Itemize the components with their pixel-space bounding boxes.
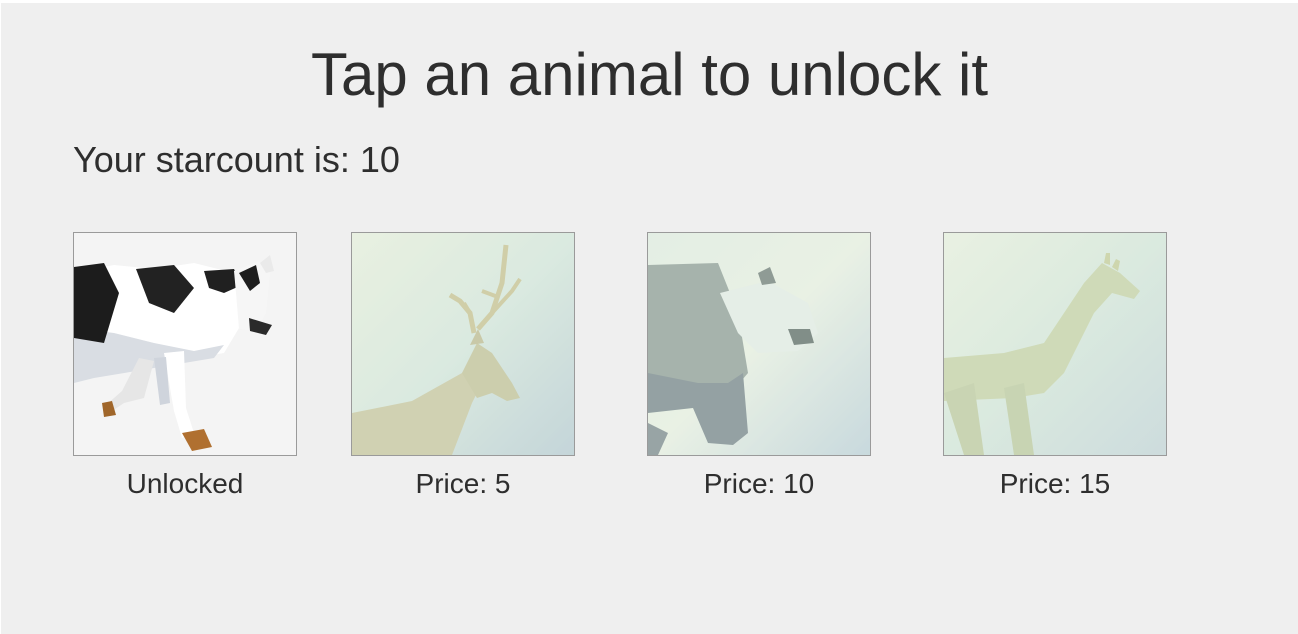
animal-button-giraffe[interactable] [943, 232, 1167, 456]
animal-button-cow[interactable] [73, 232, 297, 456]
cow-image [74, 233, 296, 455]
animal-card-giraffe: Price: 15 [943, 232, 1167, 500]
giraffe-image [944, 233, 1166, 455]
page-title: Tap an animal to unlock it [310, 41, 989, 108]
animal-card-panda: Price: 10 [647, 232, 871, 500]
starcount-label: Your starcount is: 10 [73, 139, 400, 180]
animal-status-cow: Unlocked [126, 468, 244, 499]
animal-button-deer[interactable] [351, 232, 575, 456]
animal-status-giraffe: Price: 15 [999, 468, 1111, 499]
panda-image [648, 233, 870, 455]
shop-panel: Tap an animal to unlock it Your starcoun… [1, 3, 1298, 634]
animal-card-cow: Unlocked [73, 232, 297, 500]
animal-button-panda[interactable] [647, 232, 871, 456]
animal-status-panda: Price: 10 [703, 468, 815, 499]
deer-image [352, 233, 574, 455]
animal-card-deer: Price: 5 [351, 232, 575, 500]
animal-status-deer: Price: 5 [415, 468, 511, 499]
